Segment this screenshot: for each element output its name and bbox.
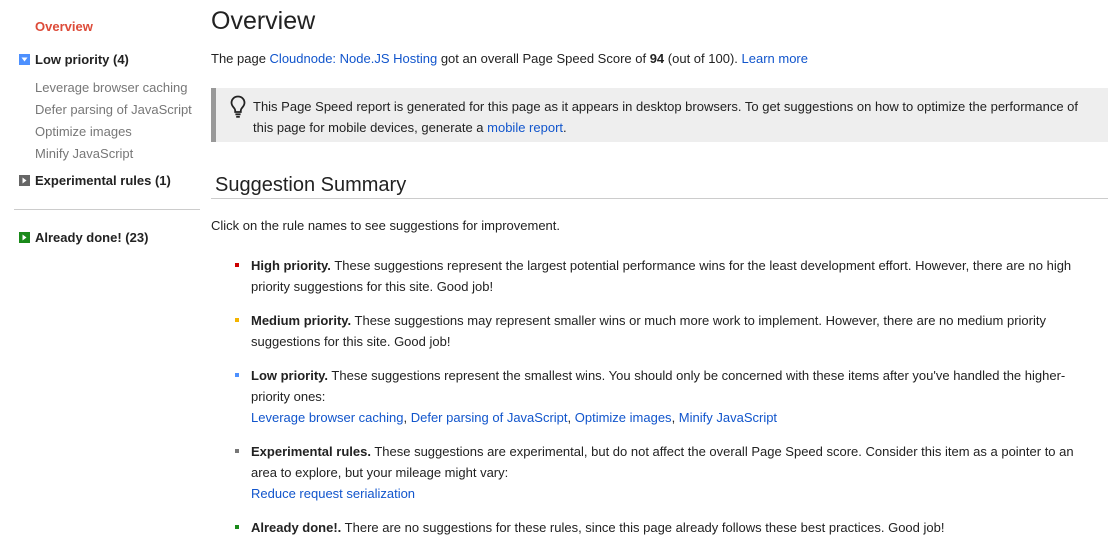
mobile-report-link[interactable]: mobile report	[487, 120, 563, 135]
expanded-arrow-icon[interactable]	[19, 54, 30, 65]
link-separator: ,	[671, 410, 679, 425]
sidebar-group-experimental[interactable]: Experimental rules (1)	[19, 173, 171, 188]
link-separator: ,	[567, 410, 575, 425]
suggestion-text: These suggestions represent the smallest…	[251, 368, 1066, 404]
suggestion-medium-priority: Medium priority. These suggestions may r…	[235, 310, 1091, 352]
score-intro: The page Cloudnode: Node.JS Hosting got …	[211, 51, 808, 66]
red-bullet-icon	[235, 263, 239, 267]
suggestion-label: Experimental rules.	[251, 444, 371, 459]
rule-link-minify-javascript[interactable]: Minify JavaScript	[679, 410, 777, 425]
gray-bullet-icon	[235, 449, 239, 453]
rule-link-leverage-browser-caching[interactable]: Leverage browser caching	[251, 410, 403, 425]
suggestion-text: These suggestions represent the largest …	[251, 258, 1072, 294]
yellow-bullet-icon	[235, 318, 239, 322]
heading-divider	[211, 198, 1108, 199]
sidebar-group-low-priority[interactable]: Low priority (4)	[19, 52, 129, 67]
desktop-report-note: This Page Speed report is generated for …	[211, 88, 1108, 142]
suggestion-label: High priority.	[251, 258, 331, 273]
suggestion-label: Low priority.	[251, 368, 329, 383]
note-body: This Page Speed report is generated for …	[253, 99, 1079, 135]
note-end: .	[563, 120, 567, 135]
sidebar-item-leverage-browser-caching[interactable]: Leverage browser caching	[35, 80, 187, 95]
sidebar-divider	[14, 209, 200, 210]
sidebar-item-defer-parsing-javascript[interactable]: Defer parsing of JavaScript	[35, 102, 192, 117]
learn-more-link[interactable]: Learn more	[742, 51, 808, 66]
sidebar-item-minify-javascript[interactable]: Minify JavaScript	[35, 146, 133, 161]
sidebar-group-already-done[interactable]: Already done! (23)	[19, 230, 148, 245]
rule-link-optimize-images[interactable]: Optimize images	[575, 410, 672, 425]
page-speed-score: 94	[649, 51, 665, 66]
rule-link-defer-parsing-javascript[interactable]: Defer parsing of JavaScript	[411, 410, 568, 425]
page-title: Overview	[211, 7, 316, 35]
sidebar-overview-link[interactable]: Overview	[35, 19, 93, 34]
collapsed-arrow-icon[interactable]	[19, 175, 30, 186]
lightbulb-icon	[230, 95, 246, 122]
suggestion-text: These suggestions may represent smaller …	[251, 313, 1046, 349]
blue-bullet-icon	[235, 373, 239, 377]
suggestion-label: Already done!.	[251, 520, 342, 535]
suggestion-summary-heading: Suggestion Summary	[215, 174, 407, 196]
sidebar-group-label: Experimental rules (1)	[35, 173, 171, 188]
click-instructions: Click on the rule names to see suggestio…	[211, 218, 561, 233]
sidebar-group-label: Low priority (4)	[35, 52, 129, 67]
suggestion-already-done: Already done!. There are no suggestions …	[235, 517, 1091, 538]
suggestion-label: Medium priority.	[251, 313, 352, 328]
sidebar-group-label: Already done! (23)	[35, 230, 149, 245]
collapsed-arrow-icon[interactable]	[19, 232, 30, 243]
suggestion-text: There are no suggestions for these rules…	[341, 520, 945, 535]
link-separator: ,	[403, 410, 411, 425]
note-text: This Page Speed report is generated for …	[253, 96, 1093, 138]
intro-text: got an overall Page Speed Score of	[437, 51, 650, 66]
green-bullet-icon	[235, 525, 239, 529]
suggestion-experimental: Experimental rules. These suggestions ar…	[235, 441, 1091, 504]
intro-text: The page	[211, 51, 270, 66]
intro-text: (out of 100).	[664, 51, 742, 66]
rule-link-reduce-request-serialization[interactable]: Reduce request serialization	[251, 486, 415, 501]
sidebar-item-optimize-images[interactable]: Optimize images	[35, 124, 132, 139]
suggestion-text: These suggestions are experimental, but …	[251, 444, 1074, 480]
suggestion-low-priority: Low priority. These suggestions represen…	[235, 365, 1091, 428]
suggestion-high-priority: High priority. These suggestions represe…	[235, 255, 1091, 297]
page-link[interactable]: Cloudnode: Node.JS Hosting	[270, 51, 438, 66]
